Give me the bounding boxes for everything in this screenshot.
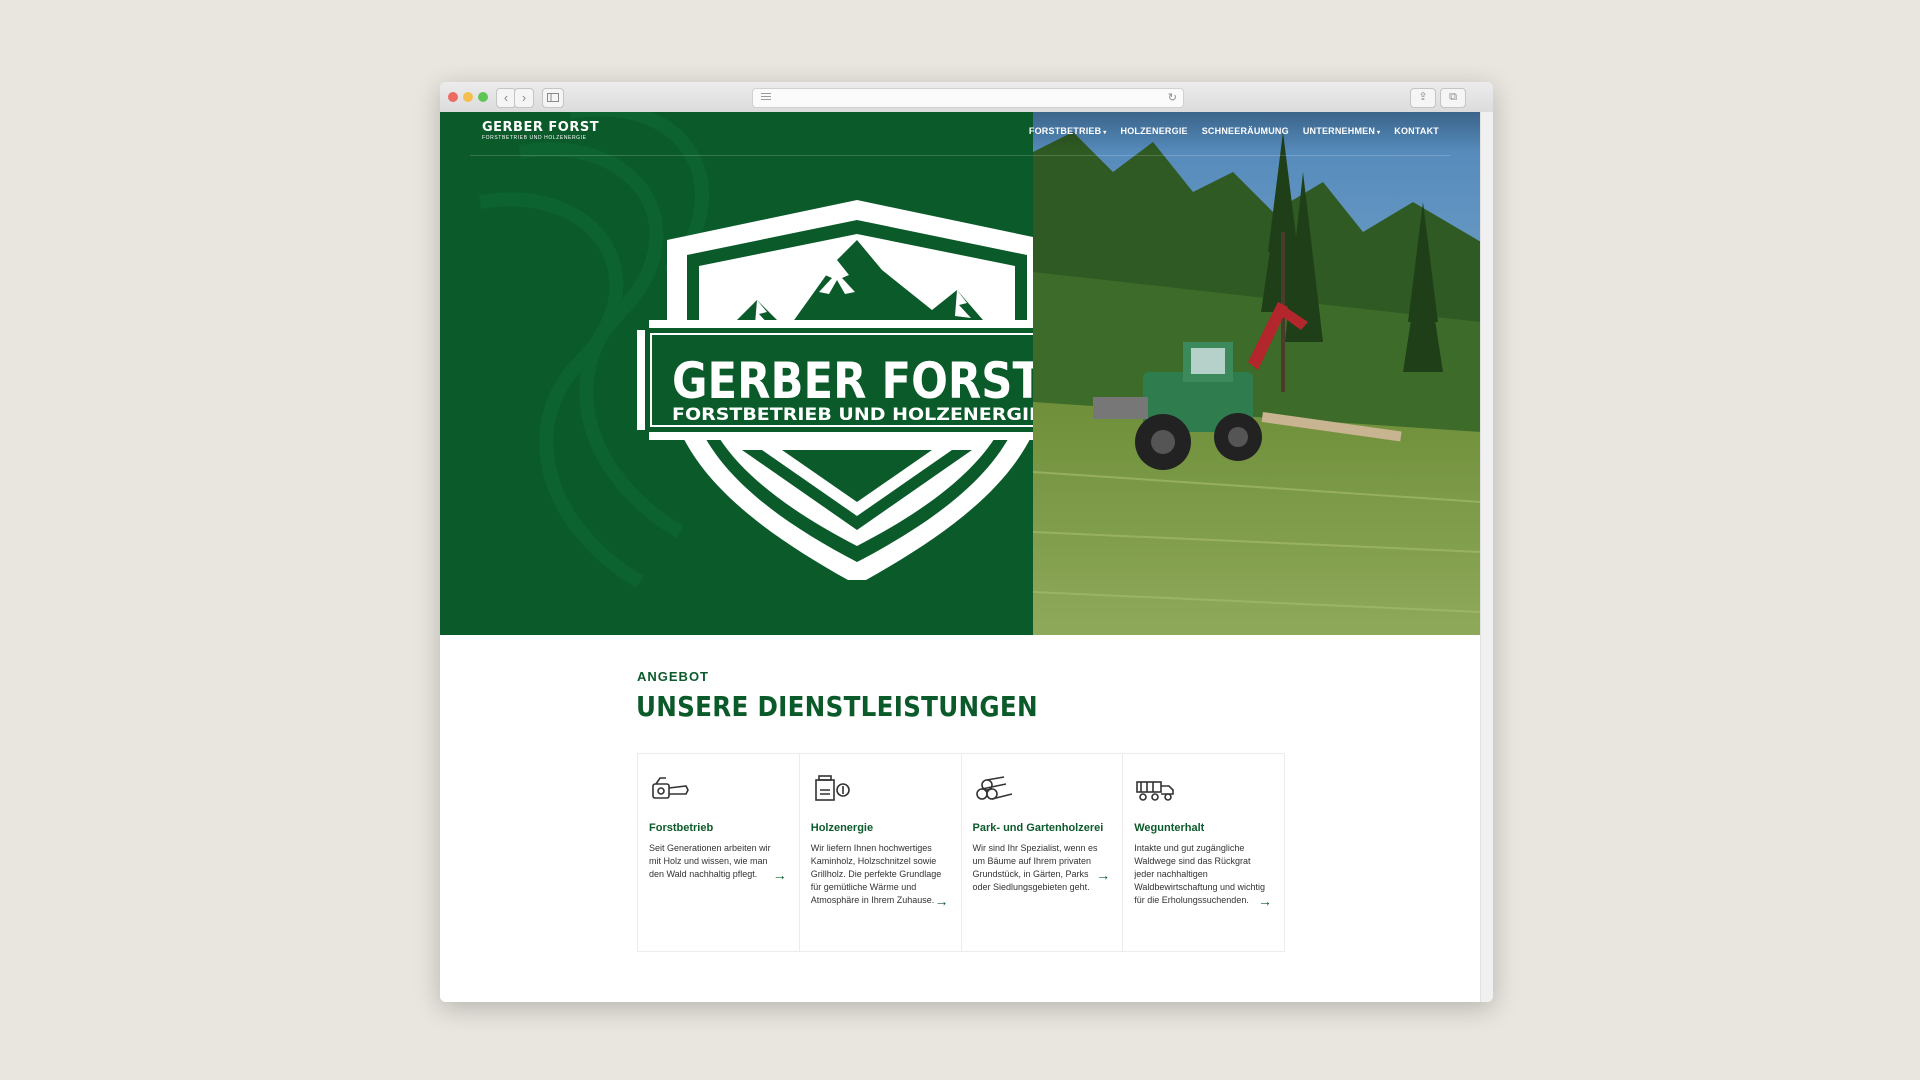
reload-icon[interactable]: ↻	[1168, 89, 1177, 107]
sidebar-toggle-button[interactable]	[542, 88, 564, 108]
arrow-right-icon[interactable]: →	[935, 893, 949, 909]
service-title: Wegunterhalt	[1134, 822, 1205, 834]
hero-section: GERBER FORST FORSTBETRIEB UND HOLZENERGI…	[440, 112, 1481, 635]
chevron-down-icon: ▾	[1103, 130, 1107, 136]
share-button[interactable]: ⇪	[1410, 88, 1436, 108]
header-logo-name: GERBER FORST	[482, 120, 600, 135]
arrow-right-icon[interactable]: →	[773, 867, 787, 883]
page-scrollbar[interactable]	[1480, 112, 1493, 1002]
nav-item-schneeraeumung[interactable]: SCHNEERÄUMUNG	[1202, 126, 1289, 136]
log-pile-icon	[975, 776, 1012, 800]
gerber-forst-crest-logo: GERBER FORST FORSTBETRIEB UND HOLZENERGI…	[637, 200, 1033, 580]
chevron-left-icon: ‹	[503, 90, 509, 105]
tabs-icon: ⧉	[1449, 91, 1457, 103]
service-description: Wir sind Ihr Spezialist, wenn es um Bäum…	[972, 843, 1098, 892]
arrow-right-icon[interactable]: →	[1096, 867, 1110, 883]
nav-item-forstbetrieb[interactable]: FORSTBETRIEB ▾	[1029, 126, 1107, 136]
arrow-right-icon[interactable]: →	[1258, 893, 1272, 909]
nav-label: KONTAKT	[1394, 126, 1439, 136]
section-eyebrow: ANGEBOT	[637, 669, 709, 684]
hero-photo-forest-machine	[1033, 112, 1481, 635]
browser-toolbar: ‹ › ↻ ⇪ ⧉	[440, 82, 1493, 113]
service-title: Forstbetrieb	[649, 822, 714, 834]
service-card-forstbetrieb[interactable]: Forstbetrieb Seit Generationen arbeiten …	[638, 754, 800, 951]
wood-stove-icon	[814, 775, 850, 801]
close-window-button[interactable]	[448, 92, 458, 102]
main-navigation: FORSTBETRIEB ▾ HOLZENERGIE SCHNEERÄUMUNG …	[1029, 126, 1439, 136]
crest-tagline: FORSTBETRIEB UND HOLZENERGIE	[672, 405, 1033, 425]
service-title: Holzenergie	[810, 822, 874, 834]
header-logo[interactable]: GERBER FORST FORSTBETRIEB UND HOLZENERGI…	[482, 120, 599, 141]
page-viewport: GERBER FORST FORSTBETRIEB UND HOLZENERGI…	[440, 112, 1481, 1002]
service-card-park-und-gartenholzerei[interactable]: Park- und Gartenholzerei Wir sind Ihr Sp…	[962, 754, 1124, 951]
service-card-holzenergie[interactable]: Holzenergie Wir liefern Ihnen hochwertig…	[800, 754, 962, 951]
chevron-down-icon: ▾	[1377, 130, 1381, 136]
chevron-right-icon: ›	[521, 90, 527, 105]
service-title: Park- und Gartenholzerei	[972, 822, 1104, 834]
nav-label: FORSTBETRIEB	[1028, 126, 1102, 136]
section-title: UNSERE DIENSTLEISTUNGEN	[636, 690, 1038, 723]
forest-machine-photo	[1033, 112, 1481, 635]
back-button[interactable]: ‹	[496, 88, 516, 108]
header-divider	[470, 155, 1450, 156]
service-card-wegunterhalt[interactable]: Wegunterhalt Intakte und gut zugängliche…	[1123, 754, 1284, 951]
nav-label: SCHNEERÄUMUNG	[1201, 126, 1289, 136]
crest-brand-name: GERBER FORST	[672, 352, 1033, 410]
nav-label: UNTERNEHMEN	[1302, 126, 1376, 136]
browser-window: ‹ › ↻ ⇪ ⧉ GERBER FORST FORSTBETRIEB UND …	[440, 82, 1493, 1002]
service-description: Seit Generationen arbeiten wir mit Holz …	[649, 843, 771, 879]
header-logo-tagline: FORSTBETRIEB UND HOLZENERGIE	[482, 135, 587, 141]
nav-item-holzenergie[interactable]: HOLZENERGIE	[1121, 126, 1188, 136]
hero-brand-panel: GERBER FORST FORSTBETRIEB UND HOLZENERGI…	[440, 112, 1033, 635]
maximize-window-button[interactable]	[478, 92, 488, 102]
nav-item-unternehmen[interactable]: UNTERNEHMEN ▾	[1303, 126, 1380, 136]
log-truck-icon	[1136, 781, 1175, 801]
share-icon: ⇪	[1418, 91, 1428, 103]
forward-button[interactable]: ›	[514, 88, 534, 108]
service-description: Intakte und gut zugängliche Waldwege sin…	[1134, 843, 1265, 905]
nav-label: HOLZENERGIE	[1120, 126, 1188, 136]
chainsaw-icon	[652, 777, 689, 799]
reader-icon	[761, 93, 771, 102]
address-bar[interactable]: ↻	[752, 88, 1184, 108]
sidebar-icon	[547, 93, 559, 102]
tabs-button[interactable]: ⧉	[1440, 88, 1466, 108]
minimize-window-button[interactable]	[463, 92, 473, 102]
services-grid: Forstbetrieb Seit Generationen arbeiten …	[637, 753, 1285, 952]
service-description: Wir liefern Ihnen hochwertiges Kaminholz…	[810, 843, 942, 905]
nav-item-kontakt[interactable]: KONTAKT	[1394, 126, 1439, 136]
